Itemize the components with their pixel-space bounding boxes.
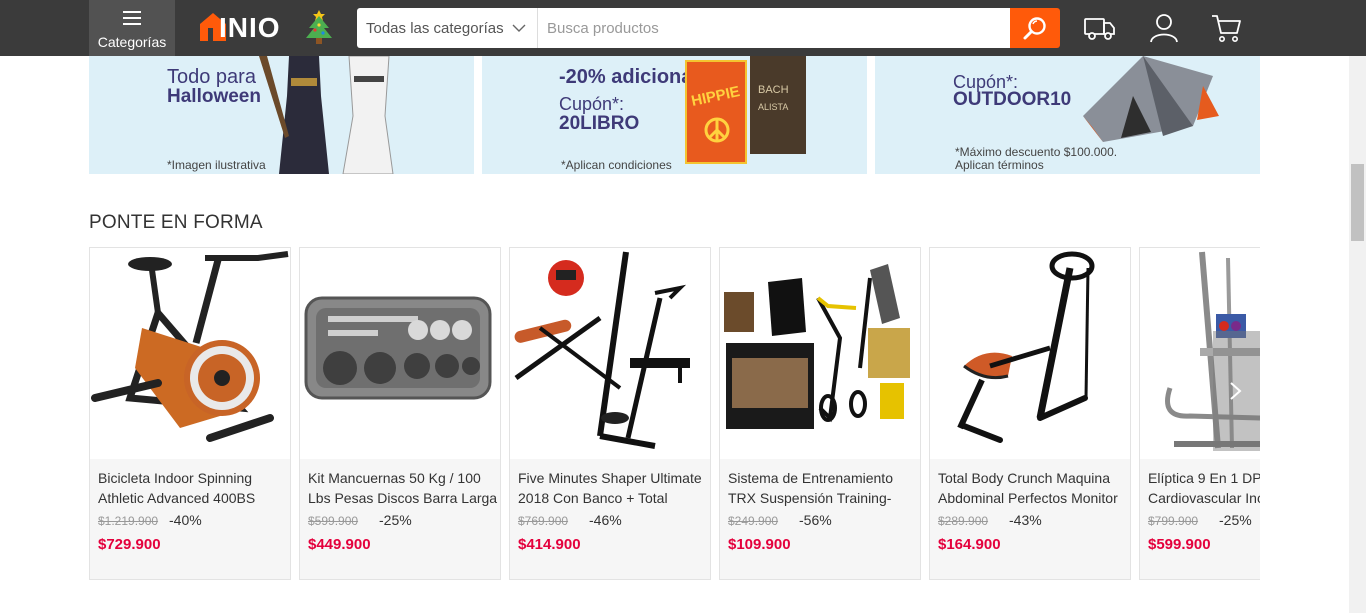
banner-line: -20% adicional	[559, 66, 698, 88]
search-icon	[1023, 17, 1046, 40]
product-name-line: Cardiovascular Inc	[1148, 490, 1260, 506]
discount-badge: -25%	[379, 512, 412, 528]
discount-badge: -25%	[1219, 512, 1252, 528]
product-image	[300, 248, 500, 459]
shopping-cart-icon[interactable]	[1209, 12, 1243, 44]
banner-heading: Halloween	[167, 86, 261, 107]
tent-image	[1083, 56, 1219, 142]
book-side-text: ALISTA	[758, 102, 789, 112]
product-price: $164.900	[938, 536, 1001, 553]
product-name: Sistema de Entrenamiento TRX Suspensión …	[728, 468, 918, 508]
product-name-line: Five Minutes Shaper Ultimate	[518, 470, 702, 486]
search-button[interactable]	[1010, 8, 1060, 48]
product-name-line: Bicicleta Indoor Spinning	[98, 470, 253, 486]
banner-note: Aplican términos	[955, 158, 1044, 172]
product-name-line: Lbs Pesas Discos Barra Larga	[308, 490, 498, 506]
product-price: $729.900	[98, 536, 161, 553]
coupon-code: 20LIBRO	[559, 113, 640, 134]
product-name-line: Athletic Advanced 400BS	[98, 490, 256, 506]
categories-label: Categorías	[97, 34, 167, 50]
product-name-line: Elíptica 9 En 1 DP	[1148, 470, 1260, 486]
product-name: Elíptica 9 En 1 DP Cardiovascular Inc	[1148, 468, 1260, 508]
discount-badge: -46%	[589, 512, 622, 528]
product-card[interactable]: Five Minutes Shaper Ultimate 2018 Con Ba…	[509, 247, 711, 580]
carousel-next-button[interactable]	[1213, 331, 1260, 451]
product-name-line: Sistema de Entrenamiento	[728, 470, 893, 486]
halloween-banner[interactable]: Todo para Halloween *Imagen ilustrativa	[89, 56, 474, 174]
product-image	[930, 248, 1130, 459]
categories-menu-button[interactable]: Categorías	[89, 0, 175, 56]
discount-badge: -56%	[799, 512, 832, 528]
coupon-code: OUTDOOR10	[953, 89, 1072, 110]
user-account-icon[interactable]	[1147, 12, 1181, 44]
category-select-value: Todas las categorías	[366, 20, 504, 37]
product-name: Bicicleta Indoor Spinning Athletic Advan…	[98, 468, 288, 508]
chevron-right-icon	[1230, 382, 1242, 400]
delivery-truck-icon[interactable]	[1083, 12, 1117, 44]
product-name-line: Kit Mancuernas 50 Kg / 100	[308, 470, 481, 486]
section-title: PONTE EN FORMA	[89, 212, 263, 233]
product-card[interactable]: Kit Mancuernas 50 Kg / 100 Lbs Pesas Dis…	[299, 247, 501, 580]
linio-logo[interactable]: INIO	[197, 10, 292, 44]
search-input[interactable]	[538, 8, 1010, 48]
page-scrollbar[interactable]	[1349, 56, 1366, 613]
old-price: $249.900	[728, 514, 779, 528]
banner-line: Cupón*:	[559, 94, 625, 114]
logo-text: INIO	[219, 12, 281, 43]
product-image	[720, 248, 920, 459]
product-card[interactable]: Total Body Crunch Maquina Abdominal Perf…	[929, 247, 1131, 580]
old-price: $1.219.900	[98, 514, 159, 528]
banner-note: *Aplican condiciones	[561, 158, 672, 172]
product-name: Kit Mancuernas 50 Kg / 100 Lbs Pesas Dis…	[308, 468, 498, 508]
product-image	[90, 248, 290, 459]
old-price: $289.900	[938, 514, 989, 528]
product-card[interactable]: Bicicleta Indoor Spinning Athletic Advan…	[89, 247, 291, 580]
product-price: $449.900	[308, 536, 371, 553]
halloween-costume-image	[259, 56, 394, 174]
search-bar: Todas las categorías	[357, 8, 1060, 48]
discount-badge: -43%	[1009, 512, 1042, 528]
top-header: Categorías INIO Todas las categorías	[0, 0, 1366, 56]
outdoor-banner[interactable]: Cupón*: OUTDOOR10 *Máximo descuento $100…	[875, 56, 1260, 174]
product-name-line: Total Body Crunch Maquina	[938, 470, 1110, 486]
product-price: $599.900	[1148, 536, 1211, 553]
product-image	[510, 248, 710, 459]
book-hippie-image: HIPPIE	[685, 60, 747, 164]
product-name-line: Abdominal Perfectos Monitor	[938, 490, 1118, 506]
product-name-line: TRX Suspensión Training-	[728, 490, 892, 506]
old-price: $599.900	[308, 514, 359, 528]
product-name: Total Body Crunch Maquina Abdominal Perf…	[938, 468, 1128, 508]
product-price: $414.900	[518, 536, 581, 553]
products-carousel: Bicicleta Indoor Spinning Athletic Advan…	[89, 247, 1260, 581]
book-side-text: BACH	[758, 84, 789, 96]
books-banner[interactable]: -20% adicional Cupón*: 20LIBRO *Aplican …	[482, 56, 867, 174]
product-name: Five Minutes Shaper Ultimate 2018 Con Ba…	[518, 468, 708, 508]
product-price: $109.900	[728, 536, 791, 553]
old-price: $769.900	[518, 514, 569, 528]
hamburger-icon	[123, 11, 141, 29]
discount-badge: -40%	[169, 512, 202, 528]
book-title: HIPPIE	[689, 83, 742, 110]
category-select[interactable]: Todas las categorías	[357, 8, 538, 48]
christmas-tree-icon	[306, 10, 332, 44]
product-name-line: 2018 Con Banco + Total	[518, 490, 668, 506]
banner-note: *Máximo descuento $100.000.	[955, 145, 1118, 159]
scrollbar-thumb[interactable]	[1351, 164, 1364, 241]
product-card[interactable]: Sistema de Entrenamiento TRX Suspensión …	[719, 247, 921, 580]
banner-note: *Imagen ilustrativa	[167, 158, 266, 172]
chevron-down-icon	[512, 24, 526, 32]
book-bach-image: BACH ALISTA	[750, 56, 806, 154]
old-price: $799.900	[1148, 514, 1199, 528]
